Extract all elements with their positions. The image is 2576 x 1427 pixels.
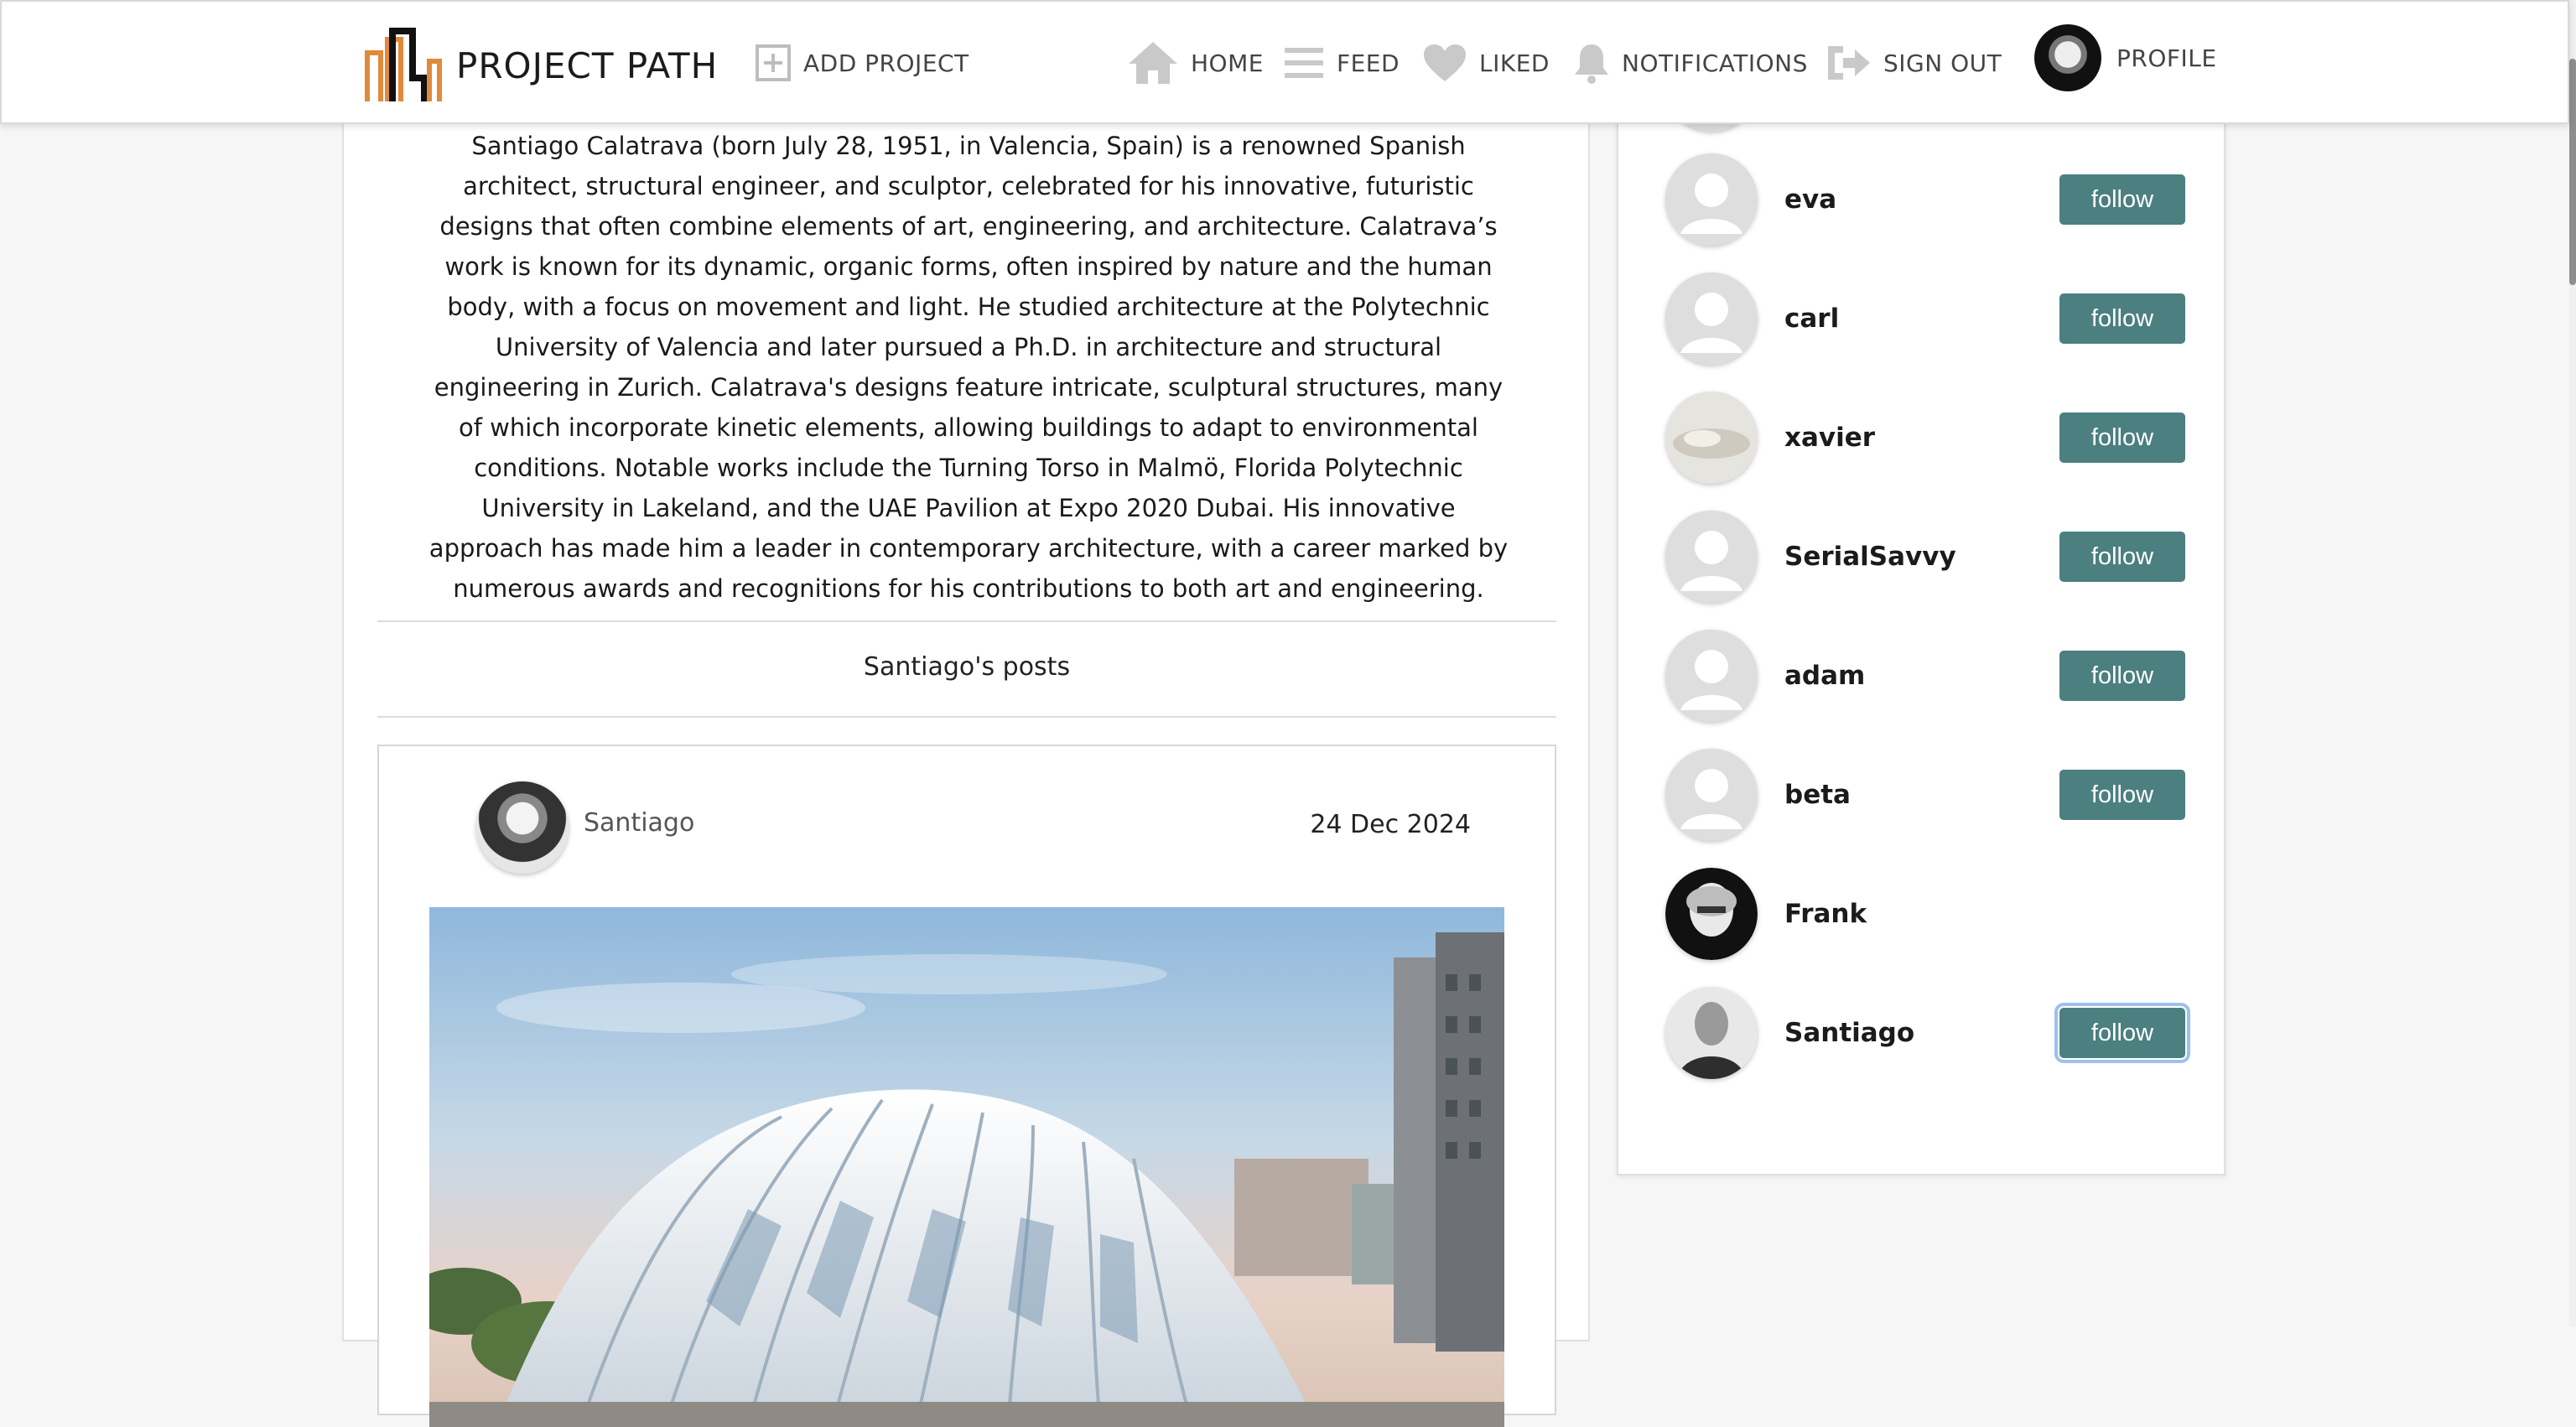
user-row: eva follow <box>1665 153 2185 246</box>
nav-liked-label: LIKED <box>1479 49 1550 77</box>
follow-button[interactable]: follow <box>2059 651 2185 701</box>
default-user-avatar-icon[interactable] <box>1665 272 1758 365</box>
user-name[interactable]: SerialSavvy <box>1784 542 1956 572</box>
sign-out-icon <box>1828 46 1870 80</box>
heart-icon <box>1424 44 1466 81</box>
nav-profile[interactable]: PROFILE <box>2034 24 2217 91</box>
nav-profile-label: PROFILE <box>2116 44 2217 72</box>
nav-feed-label: FEED <box>1337 49 1400 77</box>
post-card[interactable]: Santiago 24 Dec 2024 <box>377 745 1556 1427</box>
default-user-avatar-icon[interactable] <box>1665 511 1758 603</box>
user-avatar[interactable] <box>1665 392 1758 484</box>
follow-button[interactable]: follow <box>2059 413 2185 463</box>
default-user-avatar-icon[interactable] <box>1665 749 1758 841</box>
project-path-logo-icon <box>365 28 442 101</box>
user-row: SerialSavvy follow <box>1665 510 2185 604</box>
nav-home-label: HOME <box>1191 49 1264 77</box>
nav-feed[interactable]: FEED <box>1283 35 1400 91</box>
user-row: xavier follow <box>1665 391 2185 485</box>
default-user-avatar-icon[interactable] <box>1665 153 1758 246</box>
nav-add-project[interactable]: ADD PROJECT <box>755 35 969 91</box>
follow-button[interactable]: follow <box>2059 770 2185 820</box>
divider <box>377 620 1556 622</box>
profile-bio: Santiago Calatrava (born July 28, 1951, … <box>428 132 1509 603</box>
user-name[interactable]: Frank <box>1784 899 1867 929</box>
add-square-icon <box>756 44 791 81</box>
nav-notifications[interactable]: NOTIFICATIONS <box>1573 35 1808 91</box>
follow-button[interactable]: follow <box>2059 174 2185 225</box>
nav-home[interactable]: HOME <box>1127 35 1264 91</box>
posts-heading: Santiago's posts <box>863 652 1071 682</box>
follow-button[interactable]: follow <box>2059 532 2185 582</box>
user-name[interactable]: adam <box>1784 661 1865 691</box>
user-avatar[interactable] <box>1665 868 1758 960</box>
follow-button[interactable]: follow <box>2054 1003 2190 1063</box>
user-name[interactable]: xavier <box>1784 423 1875 453</box>
post-author-avatar[interactable] <box>476 781 569 874</box>
suggested-users-panel: eva follow carl follow xavier follow Ser… <box>1617 39 2225 1175</box>
user-row: carl follow <box>1665 272 2185 366</box>
scrollbar-thumb[interactable] <box>2569 59 2576 285</box>
user-name[interactable]: eva <box>1784 184 1836 215</box>
user-avatar[interactable] <box>1665 987 1758 1079</box>
user-row: beta follow <box>1665 748 2185 842</box>
user-row: Santiago follow <box>1665 986 2190 1080</box>
post-image[interactable] <box>429 907 1504 1427</box>
user-row: adam follow <box>1665 629 2185 723</box>
feed-list-icon <box>1285 48 1323 78</box>
nav-sign-out-label: SIGN OUT <box>1883 49 2002 77</box>
post-author-name[interactable]: Santiago <box>584 808 694 838</box>
home-icon <box>1129 42 1177 84</box>
nav-add-project-label: ADD PROJECT <box>803 49 969 77</box>
profile-main-column: Santiago Calatrava (born July 28, 1951, … <box>342 84 1590 1427</box>
divider <box>377 716 1556 718</box>
follow-button[interactable]: follow <box>2059 293 2185 344</box>
user-name[interactable]: beta <box>1784 780 1851 810</box>
post-date: 24 Dec 2024 <box>1310 810 1471 839</box>
top-navigation-bar: PROJECT PATH ADD PROJECT HOME FEED LIKED <box>0 0 2569 124</box>
nav-notifications-label: NOTIFICATIONS <box>1622 49 1808 77</box>
user-name[interactable]: carl <box>1784 304 1839 334</box>
brand[interactable]: PROJECT PATH <box>364 27 718 104</box>
profile-avatar <box>2034 24 2101 91</box>
user-name[interactable]: Santiago <box>1784 1018 1914 1048</box>
nav-sign-out[interactable]: SIGN OUT <box>1825 35 2002 91</box>
default-user-avatar-icon[interactable] <box>1665 630 1758 722</box>
brand-name: PROJECT PATH <box>456 44 719 86</box>
bell-icon <box>1575 44 1608 84</box>
nav-liked[interactable]: LIKED <box>1422 35 1550 91</box>
pavilion-photo <box>429 907 1504 1427</box>
page-scrollbar[interactable] <box>2569 0 2576 1326</box>
user-row: Frank <box>1665 867 2185 961</box>
